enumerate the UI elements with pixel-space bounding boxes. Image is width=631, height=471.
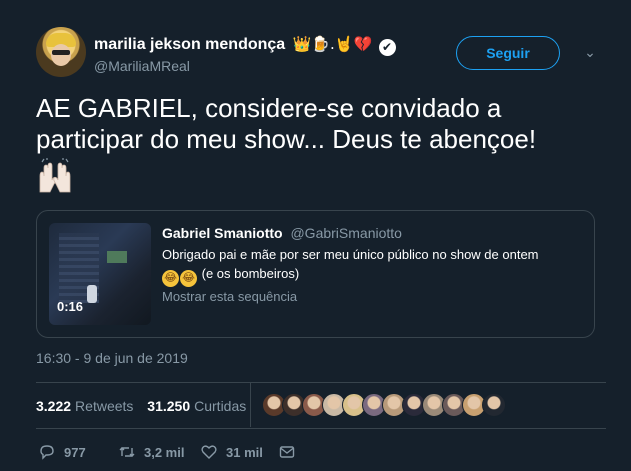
author-name-row[interactable]: marilia jekson mendonça 👑🍺.🤘💔 ✔ [94,35,396,56]
divider [36,428,606,429]
reply-count: 977 [64,444,86,460]
heart-icon [201,445,217,459]
quoted-text-suffix: (e os bombeiros) [201,266,300,281]
divider [36,382,606,383]
tweet-header: marilia jekson mendonça 👑🍺.🤘💔 ✔ @Marilia… [36,27,606,79]
author-avatar[interactable] [36,27,86,77]
liker-avatar[interactable] [482,393,506,417]
quoted-handle: @GabriSmaniotto [290,225,402,241]
quoted-video-thumbnail[interactable]: 0:16 [49,223,151,325]
show-thread-link[interactable]: Mostrar esta sequência [162,289,297,304]
engagement-stats: 3.222 Retweets 31.250 Curtidas [36,398,256,414]
retweet-icon [119,447,135,457]
tweet-timestamp[interactable]: 16:30 - 9 de jun de 2019 [36,350,188,366]
laughing-emoji-icon: 😂 [180,270,197,287]
like-button[interactable]: 31 mil [200,441,263,463]
likes-count[interactable]: 31.250 [147,398,190,414]
follow-button[interactable]: Seguir [456,36,560,70]
direct-message-button[interactable] [278,441,304,463]
quoted-text-main: Obrigado pai e mãe por ser meu único púb… [162,247,539,262]
quoted-display-name: Gabriel Smaniotto [162,225,283,241]
like-count: 31 mil [226,444,263,460]
retweet-button[interactable]: 3,2 mil [118,441,184,463]
stats-separator [250,383,251,427]
author-name-emojis: 👑🍺.🤘💔 [292,35,373,53]
laughing-emoji-icon: 😂 [162,270,179,287]
likes-label[interactable]: Curtidas [194,398,246,414]
tweet-text: AE GABRIEL, considere-se convidado a par… [36,93,537,154]
raising-hands-icon [39,158,71,193]
author-display-name[interactable]: marilia jekson mendonça [94,36,285,53]
author-handle[interactable]: @MariliaMReal [94,58,190,74]
retweets-label[interactable]: Retweets [75,398,133,414]
quoted-tweet-text: Obrigado pai e mãe por ser meu único púb… [162,245,582,287]
reply-icon [40,445,54,460]
quoted-tweet-card[interactable]: 0:16 Gabriel Smaniotto @GabriSmaniotto O… [36,210,595,338]
video-duration: 0:16 [57,299,84,314]
verified-badge-icon: ✔ [378,39,396,56]
chevron-down-icon[interactable]: ⌄ [582,44,598,60]
reply-button[interactable]: 977 [38,441,86,463]
retweets-count[interactable]: 3.222 [36,398,71,414]
quoted-author-row: Gabriel Smaniotto @GabriSmaniotto [162,225,402,241]
retweet-count: 3,2 mil [144,444,185,460]
mail-icon [279,446,295,458]
